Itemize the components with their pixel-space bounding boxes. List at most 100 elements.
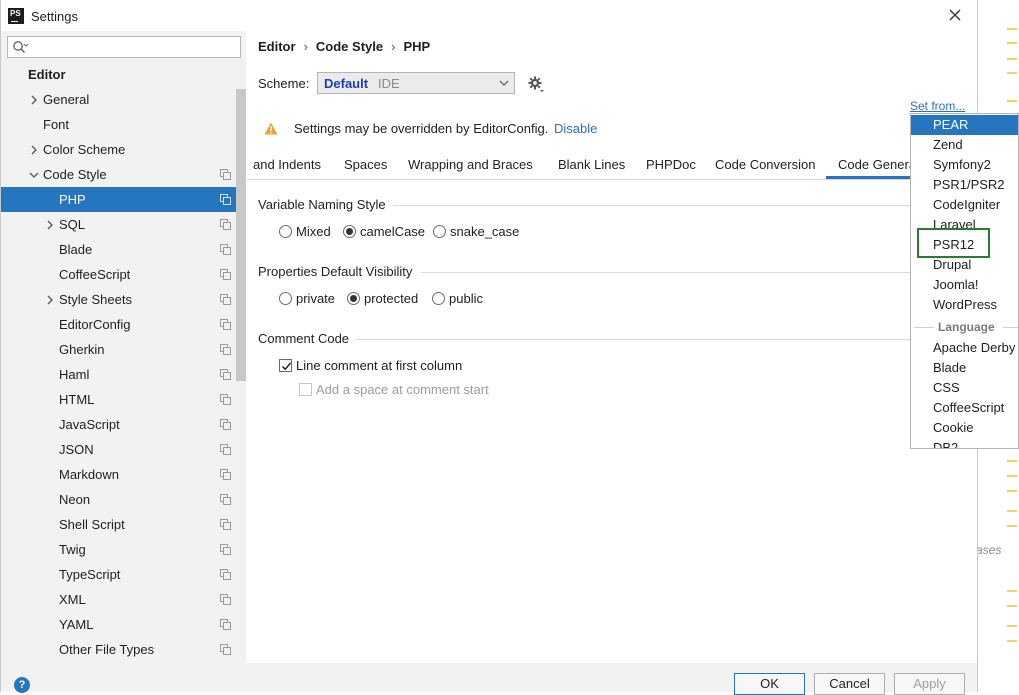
- radio-private[interactable]: [279, 292, 292, 305]
- warning-text: Settings may be overridden by EditorConf…: [294, 121, 549, 136]
- sidebar-item-other-file-types[interactable]: Other File Types: [1, 637, 246, 662]
- sidebar-item-javascript[interactable]: JavaScript: [1, 412, 246, 437]
- highlight-box: [917, 228, 990, 258]
- project-settings-icon: [220, 294, 231, 305]
- language-css[interactable]: CSS: [911, 378, 1018, 398]
- radio-protected-label[interactable]: protected: [364, 291, 418, 306]
- sidebar-item-label: Other File Types: [59, 642, 155, 657]
- disable-link[interactable]: Disable: [554, 121, 597, 136]
- radio-mixed[interactable]: [279, 225, 292, 238]
- radio-camelcase-label[interactable]: camelCase: [360, 224, 425, 239]
- preset-codeigniter[interactable]: CodeIgniter: [911, 195, 1018, 215]
- preset-symfony2[interactable]: Symfony2: [911, 155, 1018, 175]
- line-comment-checkbox[interactable]: [279, 359, 292, 372]
- tab-wrapping-and-braces[interactable]: Wrapping and Braces: [408, 157, 533, 172]
- language-apache-derby[interactable]: Apache Derby: [911, 338, 1018, 358]
- sidebar-item-html[interactable]: HTML: [1, 387, 246, 412]
- sidebar-item-font[interactable]: Font: [1, 112, 246, 137]
- sidebar-item-general[interactable]: General: [1, 87, 246, 112]
- radio-private-label[interactable]: private: [296, 291, 335, 306]
- editorconfig-warning: Settings may be overridden by EditorConf…: [294, 121, 597, 136]
- language-db2[interactable]: DB2: [911, 438, 1018, 448]
- sidebar-item-style-sheets[interactable]: Style Sheets: [1, 287, 246, 312]
- sidebar-section-editor[interactable]: Editor: [28, 67, 66, 82]
- language-cookie[interactable]: Cookie: [911, 418, 1018, 438]
- tab-spaces[interactable]: Spaces: [344, 157, 387, 172]
- set-from-link[interactable]: Set from...: [910, 99, 965, 113]
- sidebar-item-coffeescript[interactable]: CoffeeScript: [1, 262, 246, 287]
- chevron-right-icon[interactable]: [45, 295, 55, 305]
- set-from-popup: PEAR Zend Symfony2 PSR1/PSR2 CodeIgniter…: [910, 113, 1019, 449]
- sidebar-item-label: Twig: [59, 542, 86, 557]
- chevron-down-icon[interactable]: [29, 170, 39, 180]
- settings-dialog: PS Settings Editor General Font Color Sche…: [0, 0, 978, 695]
- window-title: Settings: [31, 9, 78, 24]
- preset-pear[interactable]: PEAR: [911, 115, 1018, 135]
- sidebar-item-sql[interactable]: SQL: [1, 212, 246, 237]
- chevron-right-icon[interactable]: [45, 220, 55, 230]
- radio-snake-case[interactable]: [433, 225, 446, 238]
- breadcrumb-php: PHP: [403, 39, 431, 54]
- sidebar-item-shell-script[interactable]: Shell Script: [1, 512, 246, 537]
- language-blade[interactable]: Blade: [911, 358, 1018, 378]
- radio-mixed-label[interactable]: Mixed: [296, 224, 331, 239]
- preset-zend[interactable]: Zend: [911, 135, 1018, 155]
- tab-phpdoc[interactable]: PHPDoc: [646, 157, 696, 172]
- language-coffeescript[interactable]: CoffeeScript: [911, 398, 1018, 418]
- radio-public[interactable]: [432, 292, 445, 305]
- gear-icon[interactable]: [527, 75, 545, 93]
- sidebar-item-json[interactable]: JSON: [1, 437, 246, 462]
- naming-style-title: Variable Naming Style: [258, 197, 386, 212]
- sidebar-item-markdown[interactable]: Markdown: [1, 462, 246, 487]
- sidebar-item-yaml[interactable]: YAML: [1, 612, 246, 637]
- tab-code-conversion[interactable]: Code Conversion: [715, 157, 815, 172]
- code-style-tabs: and Indents Spaces Wrapping and Braces B…: [247, 152, 917, 180]
- scheme-dropdown[interactable]: Default IDE: [317, 72, 515, 94]
- radio-camelcase[interactable]: [343, 225, 356, 238]
- radio-public-label[interactable]: public: [449, 291, 483, 306]
- radio-snake-case-label[interactable]: snake_case: [450, 224, 519, 239]
- project-settings-icon: [220, 244, 231, 255]
- project-settings-icon: [220, 169, 231, 180]
- project-settings-icon: [220, 444, 231, 455]
- sidebar-item-twig[interactable]: Twig: [1, 537, 246, 562]
- sidebar-item-label: XML: [59, 592, 86, 607]
- sidebar-item-xml[interactable]: XML: [1, 587, 246, 612]
- settings-sidebar: Editor General Font Color Scheme Code Style…: [1, 31, 246, 663]
- background-editor-text: ases: [976, 543, 1002, 557]
- sidebar-scrollbar[interactable]: [236, 89, 246, 381]
- project-settings-icon: [220, 219, 231, 230]
- add-space-checkbox[interactable]: [299, 383, 312, 396]
- settings-search-field[interactable]: [7, 36, 241, 58]
- tab-blank-lines[interactable]: Blank Lines: [558, 157, 625, 172]
- sidebar-item-haml[interactable]: Haml: [1, 362, 246, 387]
- close-icon[interactable]: [945, 5, 965, 25]
- sidebar-item-label: TypeScript: [59, 567, 121, 582]
- sidebar-item-label: CoffeeScript: [59, 267, 131, 282]
- chevron-right-icon[interactable]: [29, 95, 39, 105]
- line-comment-label[interactable]: Line comment at first column: [296, 358, 462, 373]
- sidebar-item-label: Color Scheme: [43, 142, 126, 157]
- sidebar-item-php[interactable]: PHP: [1, 187, 246, 212]
- sidebar-item-editorconfig[interactable]: EditorConfig: [1, 312, 246, 337]
- sidebar-item-label: Shell Script: [59, 517, 125, 532]
- radio-protected[interactable]: [347, 292, 360, 305]
- sidebar-item-color-scheme[interactable]: Color Scheme: [1, 137, 246, 162]
- help-icon[interactable]: ?: [14, 677, 30, 693]
- tab-tabs-and-indents[interactable]: and Indents: [253, 157, 321, 172]
- search-input[interactable]: [32, 38, 232, 56]
- chevron-right-icon[interactable]: [29, 145, 39, 155]
- sidebar-item-blade[interactable]: Blade: [1, 237, 246, 262]
- sidebar-item-label: Font: [43, 117, 70, 132]
- breadcrumb-editor: Editor: [258, 39, 296, 54]
- preset-drupal[interactable]: Drupal: [911, 255, 1018, 275]
- project-settings-icon: [220, 419, 231, 430]
- sidebar-item-code-style[interactable]: Code Style: [1, 162, 246, 187]
- sidebar-item-gherkin[interactable]: Gherkin: [1, 337, 246, 362]
- sidebar-item-typescript[interactable]: TypeScript: [1, 562, 246, 587]
- sidebar-item-neon[interactable]: Neon: [1, 487, 246, 512]
- preset-wordpress[interactable]: WordPress: [911, 295, 1018, 315]
- tab-code-generation[interactable]: Code Genera: [826, 157, 917, 179]
- preset-psr1-psr2[interactable]: PSR1/PSR2: [911, 175, 1018, 195]
- preset-joomla[interactable]: Joomla!: [911, 275, 1018, 295]
